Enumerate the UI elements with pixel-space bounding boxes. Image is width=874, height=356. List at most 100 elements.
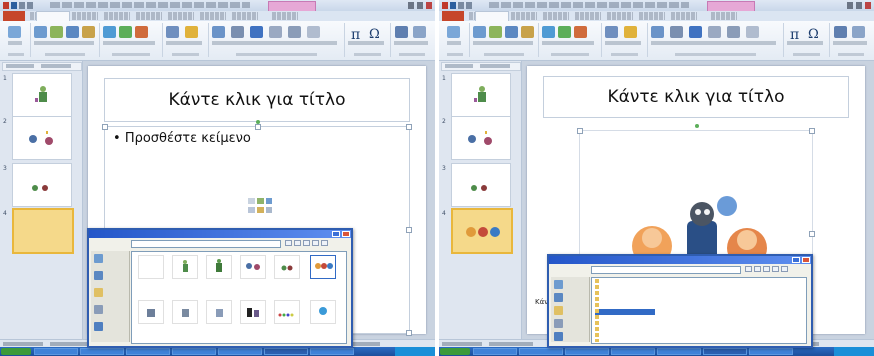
tab-outline[interactable] — [480, 64, 510, 68]
taskbar-button[interactable] — [519, 348, 563, 355]
place-desktop[interactable] — [553, 291, 587, 304]
slide-thumbnail-2[interactable] — [12, 116, 72, 160]
place-recent[interactable] — [553, 278, 587, 291]
header-footer-icon[interactable] — [670, 26, 683, 38]
place-computer[interactable] — [93, 303, 127, 321]
insert-content-icons[interactable] — [247, 197, 273, 219]
header-footer-icon[interactable] — [231, 26, 244, 38]
place-network[interactable] — [553, 330, 587, 342]
window-controls[interactable] — [408, 2, 432, 9]
tab-animations[interactable] — [136, 12, 162, 20]
picture-icon[interactable] — [34, 26, 47, 38]
smartart-icon[interactable] — [558, 26, 571, 38]
taskbar-button[interactable] — [310, 348, 354, 355]
views-icon[interactable] — [321, 240, 328, 246]
quick-access-toolbar[interactable] — [442, 2, 472, 9]
taskbar-button[interactable] — [34, 348, 78, 355]
look-in-dropdown[interactable] — [131, 240, 281, 248]
slide-thumbnail-4-selected[interactable] — [451, 208, 513, 254]
tab-review[interactable] — [639, 12, 665, 20]
place-documents[interactable] — [553, 304, 587, 317]
date-time-icon[interactable] — [269, 26, 282, 38]
close-button[interactable] — [802, 257, 810, 263]
file-tab[interactable] — [442, 11, 464, 21]
tab-design[interactable] — [511, 12, 537, 20]
tab-design[interactable] — [72, 12, 98, 20]
symbol-icon[interactable]: Ω — [808, 27, 819, 42]
look-in-dropdown[interactable] — [591, 266, 741, 274]
object-icon[interactable] — [746, 26, 759, 38]
bullet-text[interactable]: • Προσθέστε κείμενο — [113, 131, 251, 146]
file-tab[interactable] — [3, 11, 25, 21]
shapes-icon[interactable] — [542, 26, 555, 38]
video-icon[interactable] — [834, 26, 847, 38]
album-icon[interactable] — [521, 26, 534, 38]
slide-thumbnail-4-selected[interactable] — [12, 208, 74, 254]
slide-thumbnail-2[interactable] — [451, 116, 511, 160]
new-folder-icon[interactable] — [772, 266, 779, 272]
screenshot-icon[interactable] — [66, 26, 79, 38]
slide-number-icon[interactable] — [288, 26, 301, 38]
audio-icon[interactable] — [852, 26, 865, 38]
hyperlink-icon[interactable] — [166, 26, 179, 38]
help-button[interactable] — [792, 257, 800, 263]
date-time-icon[interactable] — [708, 26, 721, 38]
textbox-icon[interactable] — [651, 26, 664, 38]
tab-outline[interactable] — [41, 64, 71, 68]
table-icon[interactable] — [8, 26, 21, 38]
help-button[interactable] — [332, 231, 340, 237]
up-folder-icon[interactable] — [754, 266, 761, 272]
tab-transitions[interactable] — [104, 12, 130, 20]
action-icon[interactable] — [185, 26, 198, 38]
resize-handle[interactable] — [102, 124, 108, 130]
file-item[interactable] — [204, 300, 232, 330]
video-icon[interactable] — [395, 26, 408, 38]
file-item[interactable] — [272, 300, 300, 330]
taskbar-button[interactable] — [172, 348, 216, 355]
slide-thumbnail-3[interactable] — [12, 163, 72, 207]
taskbar-button[interactable] — [126, 348, 170, 355]
textbox-icon[interactable] — [212, 26, 225, 38]
tab-transitions[interactable] — [543, 12, 569, 20]
taskbar-button[interactable] — [218, 348, 262, 355]
taskbar-button[interactable] — [749, 348, 793, 355]
file-item[interactable] — [272, 255, 300, 285]
rotation-handle[interactable] — [695, 124, 699, 128]
taskbar-button[interactable] — [565, 348, 609, 355]
tab-slideshow[interactable] — [168, 12, 194, 20]
clipart-icon[interactable] — [50, 26, 63, 38]
file-item[interactable] — [136, 300, 164, 330]
taskbar-button[interactable] — [611, 348, 655, 355]
shapes-icon[interactable] — [103, 26, 116, 38]
taskbar-button[interactable] — [473, 348, 517, 355]
file-item[interactable] — [204, 255, 232, 285]
delete-icon[interactable] — [763, 266, 770, 272]
object-icon[interactable] — [307, 26, 320, 38]
slide-number-icon[interactable] — [727, 26, 740, 38]
resize-handle[interactable] — [406, 330, 412, 336]
back-icon[interactable] — [285, 240, 292, 246]
tab-insert-active[interactable] — [36, 11, 70, 21]
slide-thumbnail-1[interactable] — [451, 73, 511, 117]
place-network[interactable] — [93, 320, 127, 338]
wordart-icon[interactable] — [689, 26, 702, 38]
chart-icon[interactable] — [574, 26, 587, 38]
file-item[interactable] — [170, 255, 198, 285]
taskbar-button-active[interactable] — [264, 348, 308, 355]
resize-handle[interactable] — [809, 231, 815, 237]
audio-icon[interactable] — [413, 26, 426, 38]
quick-access-toolbar[interactable] — [3, 2, 33, 9]
delete-icon[interactable] — [303, 240, 310, 246]
start-button[interactable] — [440, 348, 470, 355]
place-documents[interactable] — [93, 286, 127, 304]
list-item[interactable] — [595, 339, 655, 342]
tab-review[interactable] — [200, 12, 226, 20]
views-icon[interactable] — [781, 266, 788, 272]
resize-handle[interactable] — [255, 124, 261, 130]
smartart-icon[interactable] — [119, 26, 132, 38]
file-item[interactable] — [136, 255, 164, 285]
screenshot-icon[interactable] — [505, 26, 518, 38]
tab-animations[interactable] — [575, 12, 601, 20]
tab-view[interactable] — [232, 12, 258, 20]
title-placeholder[interactable]: Κάντε κλικ για τίτλο — [104, 78, 410, 122]
